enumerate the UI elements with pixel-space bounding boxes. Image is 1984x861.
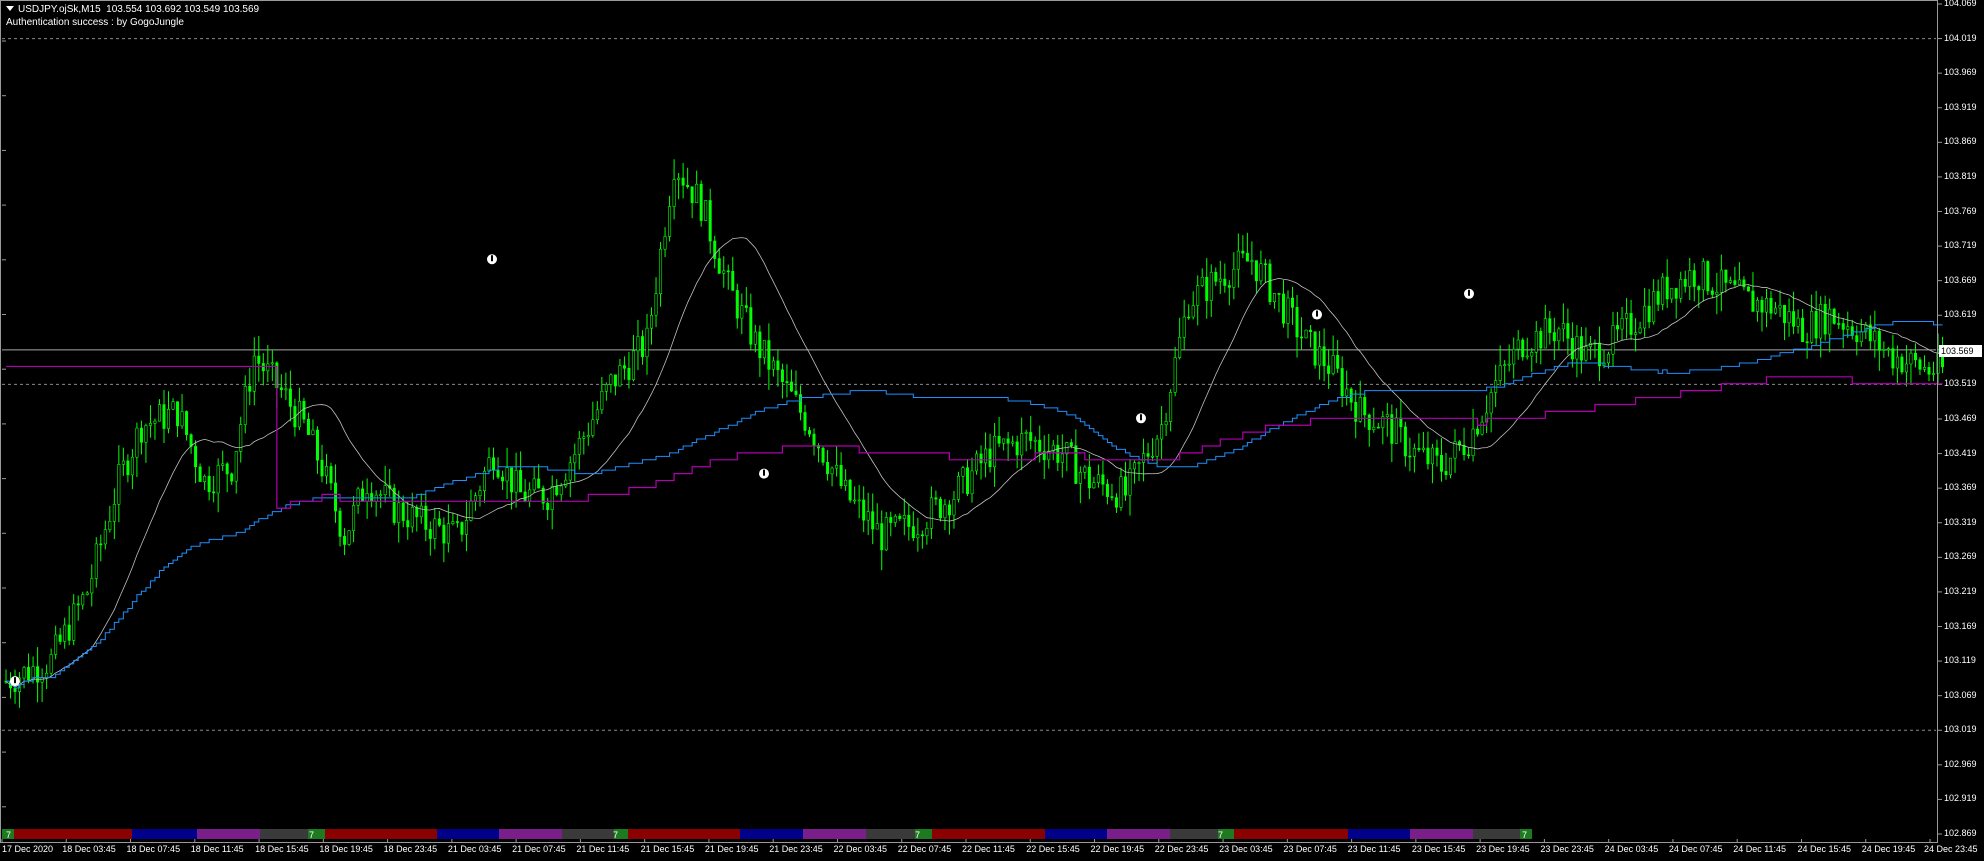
price-tick-label: 102.919 bbox=[1944, 793, 1977, 804]
current-price-label: 103.569 bbox=[1939, 345, 1982, 357]
time-tick-label: 18 Dec 11:45 bbox=[190, 844, 244, 854]
price-tick-label: 103.969 bbox=[1944, 67, 1977, 78]
time-tick-label: 21 Dec 11:45 bbox=[576, 844, 630, 854]
time-tick-label: 22 Dec 07:45 bbox=[897, 844, 952, 854]
price-tick-label: 103.469 bbox=[1944, 413, 1977, 423]
time-tick-label: 24 Dec 15:45 bbox=[1797, 844, 1851, 854]
time-tick-label: 18 Dec 07:45 bbox=[126, 844, 181, 854]
time-tick-label: 18 Dec 15:45 bbox=[255, 844, 309, 854]
time-tick-label: 24 Dec 19:45 bbox=[1861, 844, 1916, 854]
price-tick-label: 103.319 bbox=[1944, 516, 1977, 527]
time-tick-label: 23 Dec 19:45 bbox=[1476, 844, 1530, 854]
time-tick-label: 24 Dec 23:45 bbox=[1924, 844, 1978, 854]
price-tick-label: 103.069 bbox=[1944, 689, 1977, 700]
time-tick-label: 22 Dec 15:45 bbox=[1026, 844, 1080, 854]
time-tick-label: 22 Dec 11:45 bbox=[962, 844, 1015, 854]
symbol-info-line[interactable]: USDJPY.ojSk,M15 103.554 103.692 103.549 … bbox=[6, 4, 259, 15]
price-tick-label: 103.019 bbox=[1944, 724, 1977, 735]
time-tick-label: 18 Dec 19:45 bbox=[319, 844, 373, 854]
time-tick-label: 21 Dec 15:45 bbox=[640, 844, 695, 854]
time-tick-label: 18 Dec 23:45 bbox=[383, 844, 438, 854]
auth-status-text: Authentication success : by GogoJungle bbox=[6, 17, 184, 28]
price-tick-label: 103.769 bbox=[1944, 205, 1977, 216]
time-tick-label: 24 Dec 11:45 bbox=[1733, 844, 1787, 854]
price-tick-label: 103.669 bbox=[1944, 274, 1977, 285]
time-tick-label: 22 Dec 23:45 bbox=[1154, 844, 1209, 854]
price-tick-label: 102.969 bbox=[1944, 758, 1977, 769]
time-tick-label: 23 Dec 23:45 bbox=[1540, 844, 1594, 854]
time-tick-label: 23 Dec 15:45 bbox=[1411, 844, 1466, 854]
time-tick-label: 23 Dec 07:45 bbox=[1283, 844, 1337, 854]
time-tick-label: 17 Dec 2020 bbox=[2, 844, 54, 854]
symbol-info-text: USDJPY.ojSk,M15 103.554 103.692 103.549 … bbox=[18, 4, 260, 15]
price-tick-label: 103.169 bbox=[1944, 620, 1977, 631]
time-tick-label: 21 Dec 23:45 bbox=[769, 844, 823, 854]
price-tick-label: 103.619 bbox=[1944, 309, 1977, 320]
price-tick-label: 102.869 bbox=[1944, 828, 1977, 838]
time-tick-label: 24 Dec 03:45 bbox=[1604, 844, 1659, 854]
price-tick-label: 103.369 bbox=[1944, 482, 1977, 493]
price-tick-label: 103.119 bbox=[1944, 655, 1976, 666]
price-tick-label: 104.069 bbox=[1944, 0, 1977, 8]
price-tick-label: 103.719 bbox=[1944, 240, 1977, 251]
time-tick-label: 18 Dec 03:45 bbox=[62, 844, 116, 854]
time-tick-label: 21 Dec 03:45 bbox=[447, 844, 502, 854]
time-tick-label: 21 Dec 19:45 bbox=[704, 844, 759, 854]
price-tick-label: 103.269 bbox=[1944, 551, 1977, 562]
time-tick-label: 24 Dec 07:45 bbox=[1668, 844, 1723, 854]
time-tick-label: 22 Dec 03:45 bbox=[833, 844, 887, 854]
price-tick-label: 103.869 bbox=[1944, 136, 1977, 147]
time-tick-label: 23 Dec 03:45 bbox=[1219, 844, 1273, 854]
price-tick-label: 103.819 bbox=[1944, 170, 1977, 181]
price-tick-label: 103.519 bbox=[1944, 378, 1977, 389]
price-tick-label: 103.419 bbox=[1944, 447, 1977, 458]
dropdown-triangle-icon[interactable] bbox=[6, 6, 14, 11]
price-tick-label: 103.219 bbox=[1944, 585, 1977, 596]
chart-window[interactable]: 777777 USDJPY.ojSk,M15 103.554 103.692 1… bbox=[0, 0, 1984, 861]
time-tick-label: 21 Dec 07:45 bbox=[512, 844, 566, 854]
price-tick-label: 104.019 bbox=[1944, 32, 1977, 43]
time-tick-label: 22 Dec 19:45 bbox=[1090, 844, 1145, 854]
time-tick-label: 23 Dec 11:45 bbox=[1347, 844, 1401, 854]
price-tick-label: 103.919 bbox=[1944, 101, 1977, 112]
chart-frame bbox=[0, 0, 1938, 843]
